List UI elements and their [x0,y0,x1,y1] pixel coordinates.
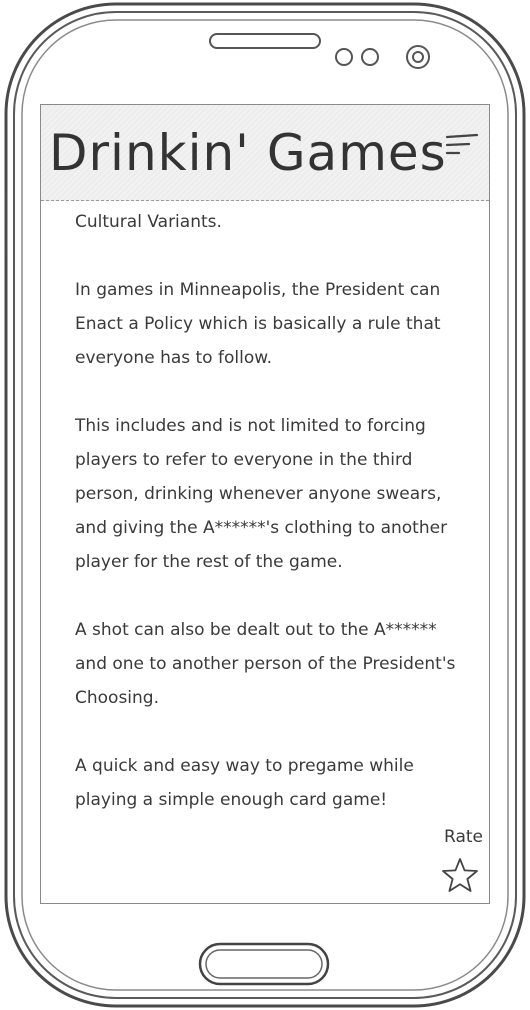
article-paragraph: A quick and easy way to pregame while pl… [75,756,414,810]
menu-button[interactable] [445,131,479,161]
screen: Drinkin' Games Cultural Variants. In gam… [40,104,490,904]
rate-star-button[interactable] [441,857,479,893]
speaker-icon [209,33,321,49]
article-content: Cultural Variants. In games in Minneapol… [75,205,465,817]
app-title: Drinkin' Games [49,124,447,182]
article-paragraph: This includes and is not limited to forc… [75,416,448,572]
article-paragraph: A shot can also be dealt out to the A***… [75,620,456,708]
menu-icon [445,133,479,155]
star-icon [442,858,478,892]
rate-label: Rate [444,827,483,847]
home-button[interactable] [198,942,330,986]
article-paragraph: In games in Minneapolis, the President c… [75,280,441,368]
app-header: Drinkin' Games [41,105,489,201]
article-heading: Cultural Variants. [75,212,222,232]
